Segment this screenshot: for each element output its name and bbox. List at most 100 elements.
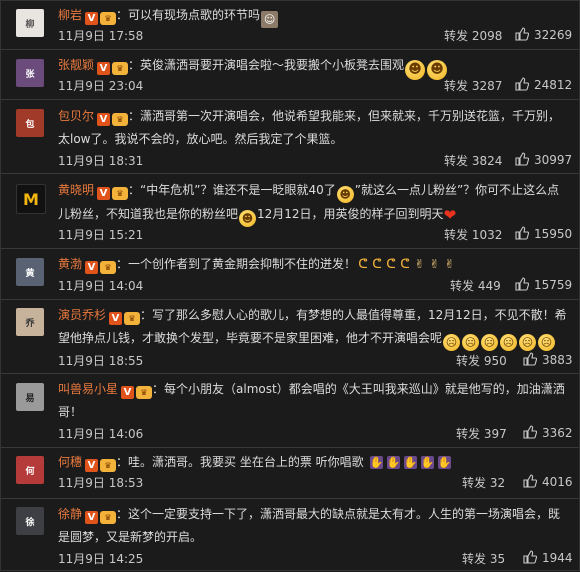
repost-button[interactable]: 转发 449 <box>450 277 501 294</box>
raised-hand-icon: ✋ <box>420 456 435 469</box>
like-count: 15759 <box>534 278 573 292</box>
comment-date: 11月9日 18:55 <box>58 354 144 368</box>
avatar[interactable]: 易 <box>16 383 44 411</box>
comment-text: 包贝尔 V ♛ ：潇洒哥第一次开演唱会，他说希望我能来，但来就来，千万别送花篮，千万别… <box>58 105 567 151</box>
cry-emoji-icon: ☹ <box>443 334 461 351</box>
repost-button[interactable]: 转发 1032 <box>444 226 502 243</box>
comment-date: 11月9日 14:25 <box>58 552 144 566</box>
repost-button[interactable]: 转发 32 <box>462 474 505 491</box>
colon: ： <box>128 109 141 123</box>
like-count: 15950 <box>534 227 573 241</box>
like-count: 4016 <box>542 475 573 489</box>
comment-item: 张 张靓颖 V ♛ ：英俊潇洒哥要开演唱会啦～我要搬个小板凳去围观 ☻ ☻ 11月9日 2… <box>1 50 579 100</box>
like-button[interactable]: 15950 <box>515 226 572 241</box>
grin-emoji-icon: ☻ <box>239 210 257 227</box>
like-button[interactable]: 1944 <box>523 550 573 565</box>
thumbs-up-icon <box>515 226 529 240</box>
comment-feed: 柳 柳岩 V ♛ ：可以有现场点歌的环节吗 ☺ 11月9日 17:58 转发 2098 … <box>0 0 580 571</box>
avatar[interactable]: 张 <box>16 59 44 87</box>
comment-text: 柳岩 V ♛ ：可以有现场点歌的环节吗 ☺ <box>58 4 567 28</box>
username[interactable]: 黄渤 <box>58 257 82 271</box>
comment-item: 徐 徐静 V ♛ ：这个一定要支持一下了，潇洒哥最大的缺点就是太有才。人生的第一场演唱… <box>1 499 579 572</box>
avatar[interactable]: 黄 <box>16 258 44 286</box>
vip-crown-icon: ♛ <box>112 62 129 75</box>
like-button[interactable]: 3362 <box>523 425 573 440</box>
like-count: 30997 <box>534 153 573 167</box>
verified-icon: V <box>85 261 99 274</box>
thumbs-up-icon <box>515 277 529 291</box>
vip-crown-icon: ♛ <box>112 187 129 200</box>
username[interactable]: 演员乔杉 <box>58 308 106 322</box>
username[interactable]: 何穗 <box>58 455 82 469</box>
like-count: 3883 <box>542 353 573 367</box>
avatar[interactable]: 徐 <box>16 507 44 535</box>
username[interactable]: 徐静 <box>58 507 82 521</box>
repost-button[interactable]: 转发 2098 <box>444 27 502 44</box>
like-count: 3362 <box>542 426 573 440</box>
repost-count: 32 <box>489 476 506 490</box>
colon: ： <box>128 183 141 197</box>
verified-icon: V <box>109 312 123 325</box>
avatar[interactable]: 包 <box>16 109 44 137</box>
like-button[interactable]: 30997 <box>515 152 572 167</box>
username[interactable]: 黄晓明 <box>58 183 94 197</box>
repost-button[interactable]: 转发 3287 <box>444 77 502 94</box>
avatar[interactable]: M <box>16 184 46 214</box>
victory-hand-icon: ✌ <box>444 257 455 271</box>
like-button[interactable]: 32269 <box>515 27 572 42</box>
avatar[interactable]: 何 <box>16 456 44 484</box>
comment-item: 黄 黄渤 V ♛ ：一个创作者到了黄金期会抑制不住的迸发！ ᕦ ᕦ ᕦ ᕦ ✌ ✌ ✌ 11月9日 … <box>1 249 579 300</box>
vip-crown-icon: ♛ <box>100 511 117 524</box>
repost-count: 35 <box>489 552 506 566</box>
repost-count: 2098 <box>471 29 503 43</box>
repost-label: 转发 <box>456 427 481 441</box>
repost-label: 转发 <box>462 476 487 490</box>
repost-count: 950 <box>483 354 507 368</box>
verified-icon: V <box>85 12 99 25</box>
avatar[interactable]: 柳 <box>16 9 44 37</box>
verified-icon: V <box>85 459 99 472</box>
repost-button[interactable]: 转发 3824 <box>444 152 502 169</box>
like-count: 24812 <box>534 78 573 92</box>
comment-body: 这个一定要支持一下了，潇洒哥最大的缺点就是太有才。人生的第一场演唱会，既是圆梦，… <box>58 507 561 544</box>
repost-label: 转发 <box>444 79 469 93</box>
username[interactable]: 包贝尔 <box>58 109 94 123</box>
laugh-cry-emoji-icon: ☻ <box>336 186 354 203</box>
comment-body: 一个创作者到了黄金期会抑制不住的迸发！ <box>128 257 357 271</box>
like-count: 1944 <box>542 551 573 565</box>
repost-label: 转发 <box>456 354 481 368</box>
muscle-emoji-icon: ᕦ <box>400 257 410 272</box>
vip-crown-icon: ♛ <box>100 459 117 472</box>
comment-text: 徐静 V ♛ ：这个一定要支持一下了，潇洒哥最大的缺点就是太有才。人生的第一场演唱会，… <box>58 503 567 549</box>
colon: ： <box>140 308 153 322</box>
like-button[interactable]: 15759 <box>515 277 572 292</box>
victory-hand-icon: ✌ <box>414 257 425 271</box>
like-button[interactable]: 4016 <box>523 474 573 489</box>
verified-icon: V <box>97 187 111 200</box>
avatar[interactable]: 乔 <box>16 308 44 336</box>
username[interactable]: 叫兽易小星 <box>58 382 118 396</box>
repost-button[interactable]: 转发 950 <box>456 352 507 369</box>
like-button[interactable]: 3883 <box>523 352 573 367</box>
repost-count: 449 <box>477 279 501 293</box>
muscle-emoji-icon: ᕦ <box>386 257 396 272</box>
cry-emoji-icon: ☹ <box>500 334 518 351</box>
repost-count: 3287 <box>471 79 503 93</box>
comment-text: 黄晓明 V ♛ ：“中年危机”？谁还不是一眨眼就40了 ☻ ”就这么一点儿粉丝”？你可不止… <box>58 179 567 227</box>
heart-icon: ❤ <box>443 206 457 224</box>
thumbs-up-icon <box>515 152 529 166</box>
comment-text: 叫兽易小星 V ♛ ：每个小朋友（almost）都会唱的《大王叫我来巡山》就是他写的，… <box>58 378 567 424</box>
colon: ： <box>116 455 129 469</box>
muscle-emoji-icon: ᕦ <box>372 257 382 272</box>
username[interactable]: 柳岩 <box>58 8 82 22</box>
repost-label: 转发 <box>444 29 469 43</box>
username[interactable]: 张靓颖 <box>58 58 94 72</box>
like-button[interactable]: 24812 <box>515 77 572 92</box>
vip-crown-icon: ♛ <box>124 312 141 325</box>
repost-button[interactable]: 转发 397 <box>456 425 507 442</box>
thumbs-up-icon <box>523 550 537 564</box>
vip-crown-icon: ♛ <box>136 386 153 399</box>
vip-crown-icon: ♛ <box>100 12 117 25</box>
comment-item: 何 何穗 V ♛ ：哇。潇洒哥。我要买 坐在台上的票 听你唱歌 ✋ ✋ ✋ ✋ ✋ 11月9日… <box>1 448 579 499</box>
repost-button[interactable]: 转发 35 <box>462 550 505 567</box>
